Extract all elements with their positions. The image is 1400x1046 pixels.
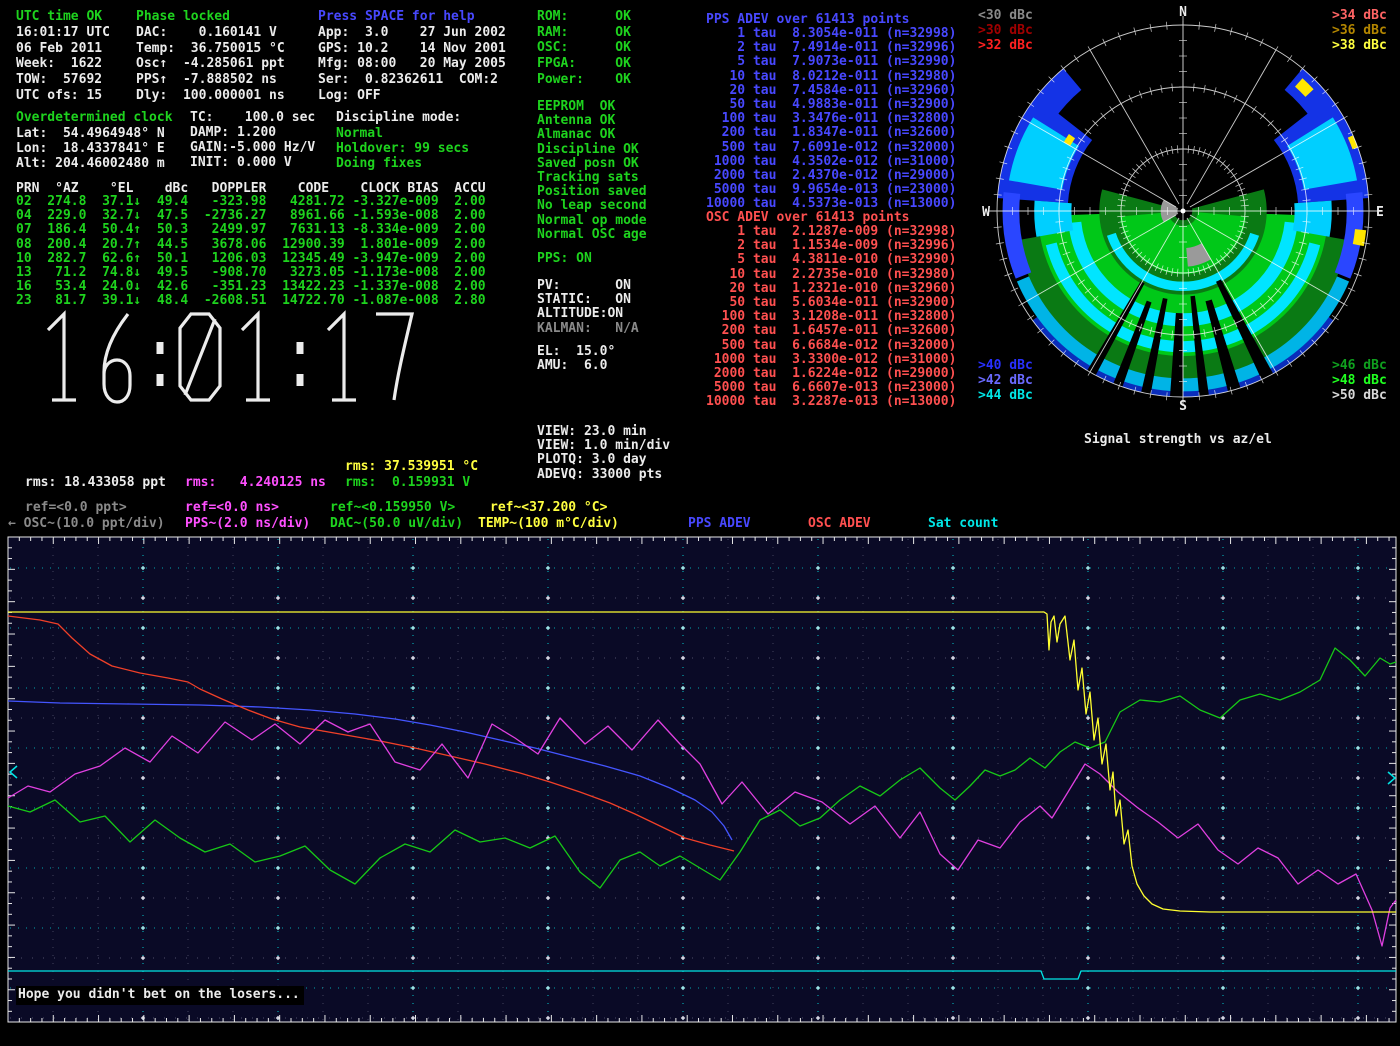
lady-heather-screen: UTC time OK 16:01:17 UTC 06 Feb 2011 Wee… xyxy=(0,0,1400,1046)
version-lines: App: 3.0 27 Jun 2002 GPS: 10.2 14 Nov 20… xyxy=(318,25,506,104)
legend-gt36dbc: >36 dBc xyxy=(1332,23,1387,39)
discipline-lines: Normal Holdover: 99 secs Doing fixes xyxy=(336,126,469,171)
legend-gt48dbc: >48 dBc xyxy=(1332,373,1387,389)
phase-status-title: Phase locked xyxy=(136,9,230,25)
ref-osc: ref=<0.0 ppt> xyxy=(25,500,127,516)
device-status-lines: ROM: OK RAM: OK OSC: OK FPGA: OK Power: … xyxy=(537,9,631,88)
position-lines: Lat: 54.4964948° N Lon: 18.4337841° E Al… xyxy=(16,126,165,171)
ref-temp: ref~<37.200 °C> xyxy=(490,500,607,516)
el-amu-lines: EL: 15.0° AMU: 6.0 xyxy=(537,345,615,373)
status-message: Hope you didn't bet on the losers... xyxy=(16,986,304,1005)
loop-param-lines: TC: 100.0 sec DAMP: 1.200 GAIN:-5.000 Hz… xyxy=(190,110,315,170)
kalman-state: KALMAN: N/A xyxy=(537,321,639,337)
rms-osc: rms: 18.433058 ppt xyxy=(25,475,166,491)
ref-pps: ref=<0.0 ns> xyxy=(185,500,279,516)
legend-gt34dbc: >34 dBc xyxy=(1332,8,1387,24)
discipline-title: Discipline mode: xyxy=(336,110,461,126)
sat-table-rows: 02 274.8 37.1↓ 49.4 -323.98 4281.72 -3.3… xyxy=(16,195,486,309)
utc-status-lines: 16:01:17 UTC 06 Feb 2011 Week: 1622 TOW:… xyxy=(16,25,110,104)
legend-gt38dbc: >38 dBc xyxy=(1332,38,1387,54)
legend-gt50dbc: >50 dBc xyxy=(1332,388,1387,404)
help-prompt: Press SPACE for help xyxy=(318,9,475,25)
legend-gt30dbc: >30 dBc xyxy=(978,23,1033,39)
legend-lt30dbc: <30 dBc xyxy=(978,8,1033,24)
osc-adev-rows: 1 tau 2.1287e-009 (n=32998) 2 tau 1.1534… xyxy=(706,225,956,410)
legend-gt32dbc: >32 dBc xyxy=(978,38,1033,54)
legend-gt40dbc: >40 dBc xyxy=(978,358,1033,374)
svg-text:S: S xyxy=(1179,399,1187,414)
rms-dac: rms: 0.159931 V xyxy=(345,475,470,491)
receiver-status-lines: EEPROM OK Antenna OK Almanac OK Discipli… xyxy=(537,100,647,242)
phase-status-lines: DAC: 0.160141 V Temp: 36.750015 °C Osc↑ … xyxy=(136,25,285,104)
view-settings-lines: VIEW: 23.0 min VIEW: 1.0 min/div PLOTQ: … xyxy=(537,425,670,482)
ref-dac: ref~<0.159950 V> xyxy=(330,500,455,516)
legend-gt42dbc: >42 dBc xyxy=(978,373,1033,389)
legend-gt46dbc: >46 dBc xyxy=(1332,358,1387,374)
pps-state: PPS: ON xyxy=(537,251,592,267)
svg-text:N: N xyxy=(1179,5,1187,20)
svg-text:W: W xyxy=(982,205,990,220)
azel-caption: Signal strength vs az/el xyxy=(1084,432,1272,448)
svg-text:E: E xyxy=(1376,205,1384,220)
rms-temp: rms: 37.539951 °C xyxy=(345,459,478,475)
utc-status-title: UTC time OK xyxy=(16,9,102,25)
fix-mode-lines: PV: ON STATIC: ON ALTITUDE:ON xyxy=(537,279,631,322)
pps-adev-rows: 1 tau 8.3054e-011 (n=32998) 2 tau 7.4914… xyxy=(706,27,956,212)
plot-area[interactable] xyxy=(0,530,1400,1046)
rms-pps: rms: 4.240125 ns xyxy=(185,475,326,491)
digital-clock xyxy=(28,308,498,408)
legend-gt44dbc: >44 dBc xyxy=(978,388,1033,404)
position-title: Overdetermined clock xyxy=(16,110,173,126)
